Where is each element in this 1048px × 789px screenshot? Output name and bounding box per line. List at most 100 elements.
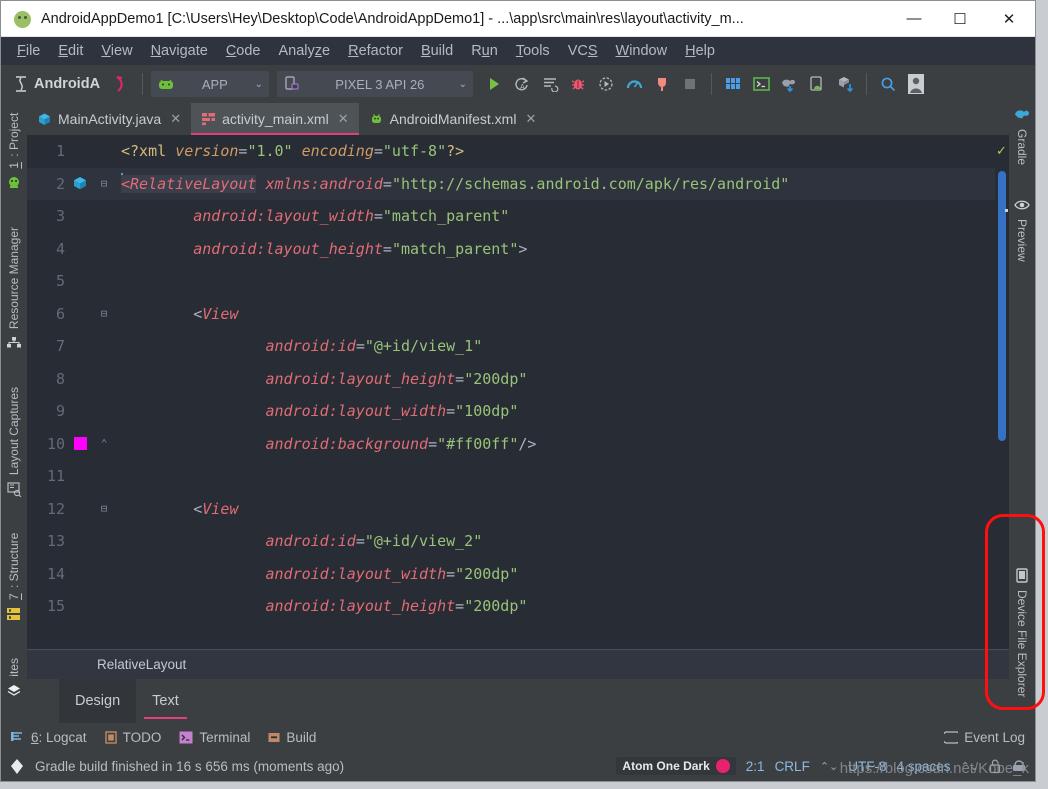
xml-code-editor[interactable]: 1 <?xml version="1.0" encoding="utf-8"?> 2… xyxy=(27,135,995,649)
close-icon[interactable]: ✕ xyxy=(338,111,349,127)
editor-tab-androidmanifestxml[interactable]: AndroidManifest.xml ✕ xyxy=(359,103,547,135)
rail-tab-structure[interactable]: 7: Structure xyxy=(6,527,22,622)
marker-dot xyxy=(1005,209,1008,212)
rail-tab-label: Resource Manager xyxy=(7,226,21,329)
sdk-download-button[interactable] xyxy=(832,71,858,97)
code-line[interactable]: 6 ⊟ <View xyxy=(27,298,995,331)
minimize-button[interactable]: — xyxy=(891,1,937,37)
apply-changes-button[interactable]: A xyxy=(509,71,535,97)
terminal-button[interactable] xyxy=(748,71,774,97)
stop-button[interactable] xyxy=(677,71,703,97)
navigate-arrow-icon[interactable] xyxy=(108,71,134,97)
rail-tab-devicefileexplorer[interactable]: Device File Explorer xyxy=(1014,568,1030,703)
menu-item-code[interactable]: Code xyxy=(218,40,269,62)
debug-button[interactable] xyxy=(565,71,591,97)
module-selector[interactable]: APP ⌄ xyxy=(151,71,270,97)
maximize-button[interactable]: ☐ xyxy=(937,1,983,37)
product-label: AndroidA xyxy=(34,76,101,92)
unlock-icon[interactable] xyxy=(989,759,1001,774)
close-icon[interactable]: ✕ xyxy=(170,111,181,127)
close-button[interactable]: ✕ xyxy=(983,1,1035,37)
menu-item-build[interactable]: Build xyxy=(413,40,461,62)
code-line[interactable]: 10 ⌃ android:background="#ff00ff"/> xyxy=(27,428,995,461)
layout-preview-icon[interactable] xyxy=(69,176,91,191)
fold-toggle[interactable]: ⊟ xyxy=(91,298,117,331)
tool-window-logcat[interactable]: 6: Logcat xyxy=(11,730,87,745)
code-line[interactable]: 12 ⊟ <View xyxy=(27,493,995,526)
line-number: 12 xyxy=(46,499,65,518)
line-number: 13 xyxy=(46,532,65,550)
rail-tab-project[interactable]: 1: Project xyxy=(6,107,22,191)
close-icon[interactable]: ✕ xyxy=(525,111,536,127)
editor-marker-bar[interactable]: ✓ xyxy=(995,135,1009,649)
indent-setting[interactable]: 4 spaces xyxy=(897,759,951,774)
code-line[interactable]: 4 android:layout_height="match_parent"> xyxy=(27,233,995,266)
inspector-icon[interactable] xyxy=(1011,759,1027,774)
user-account-button[interactable] xyxy=(903,71,929,97)
fold-toggle[interactable]: ⌃ xyxy=(91,428,117,461)
gradle-elephant-icon xyxy=(1014,107,1030,123)
editor-area: MainActivity.java ✕ activity_main.xml ✕ Andr… xyxy=(27,103,1009,723)
event-log-button[interactable]: Event Log xyxy=(944,730,1025,745)
tool-window-todo[interactable]: TODO xyxy=(104,730,161,745)
avd-manager-button[interactable] xyxy=(804,71,830,97)
code-text: <View xyxy=(193,304,239,323)
menu-item-file[interactable]: File xyxy=(9,40,48,62)
code-line[interactable]: 13 android:id="@+id/view_2" xyxy=(27,525,995,558)
line-separator-chevrons[interactable]: ⌃⌄ xyxy=(820,760,838,773)
menu-item-tools[interactable]: Tools xyxy=(508,40,558,62)
rail-tab-gradle[interactable]: Gradle xyxy=(1014,107,1030,171)
fold-toggle[interactable]: ⊟ xyxy=(91,168,117,201)
apply-code-changes-button[interactable] xyxy=(537,71,563,97)
breadcrumb[interactable]: RelativeLayout xyxy=(27,649,1009,679)
attach-debugger-button[interactable] xyxy=(649,71,675,97)
line-separator[interactable]: CRLF xyxy=(775,759,810,774)
menu-item-run[interactable]: Run xyxy=(463,40,506,62)
menu-item-window[interactable]: Window xyxy=(608,40,676,62)
menu-item-view[interactable]: View xyxy=(93,40,140,62)
menu-item-navigate[interactable]: Navigate xyxy=(143,40,216,62)
rail-tab-preview[interactable]: Preview xyxy=(1014,197,1030,268)
menu-item-help[interactable]: Help xyxy=(677,40,723,62)
editor-tab-activitymainxml[interactable]: activity_main.xml ✕ xyxy=(191,103,359,135)
code-line[interactable]: 2 ⊟ <RelativeLayout xmlns:android="http://… xyxy=(27,167,995,201)
window-title: AndroidAppDemo1 [C:\Users\Hey\Desktop\Co… xyxy=(41,10,744,27)
menu-item-vcs[interactable]: VCS xyxy=(560,40,606,62)
code-line[interactable]: 7 android:id="@+id/view_1" xyxy=(27,330,995,363)
menu-item-analyze[interactable]: Analyze xyxy=(271,40,339,62)
caret-position[interactable]: 2:1 xyxy=(746,759,765,774)
code-line[interactable]: 5 xyxy=(27,265,995,298)
tab-text[interactable]: Text xyxy=(136,679,195,723)
menu-bar: File Edit View Navigate Code Analyze Refactor B… xyxy=(1,37,1035,65)
run-with-coverage-button[interactable] xyxy=(593,71,619,97)
profiler-button[interactable] xyxy=(621,71,647,97)
tool-window-build[interactable]: Build xyxy=(268,730,316,745)
code-line[interactable]: 9 android:layout_width="100dp" xyxy=(27,395,995,428)
code-line[interactable]: 15 android:layout_height="200dp" xyxy=(27,590,995,623)
run-button[interactable] xyxy=(481,71,507,97)
tool-window-terminal[interactable]: Terminal xyxy=(179,730,250,745)
code-line[interactable]: 14 android:layout_width="200dp" xyxy=(27,558,995,591)
fold-toggle[interactable]: ⊟ xyxy=(91,493,117,526)
theme-indicator[interactable]: Atom One Dark xyxy=(616,757,736,775)
color-swatch-magenta[interactable] xyxy=(69,437,91,451)
gradle-sync-button[interactable] xyxy=(776,71,802,97)
code-line[interactable]: 8 android:layout_height="200dp" xyxy=(27,363,995,396)
sdk-manager-button[interactable] xyxy=(720,71,746,97)
search-everywhere-button[interactable] xyxy=(875,71,901,97)
menu-item-edit[interactable]: Edit xyxy=(50,40,91,62)
rail-tab-ites[interactable]: ites xyxy=(6,652,22,699)
editor-tab-mainactivityjava[interactable]: MainActivity.java ✕ xyxy=(27,103,191,135)
menu-item-refactor[interactable]: Refactor xyxy=(340,40,411,62)
code-line[interactable]: 11 xyxy=(27,460,995,493)
tab-design[interactable]: Design xyxy=(59,679,137,723)
rail-tab-resourcemanager[interactable]: Resource Manager xyxy=(6,221,22,351)
window-controls: — ☐ ✕ xyxy=(891,1,1035,37)
file-encoding[interactable]: UTF-8 xyxy=(848,759,886,774)
indent-chevrons[interactable]: ⌃⌄ xyxy=(961,760,979,773)
code-line[interactable]: 3 android:layout_width="match_parent" xyxy=(27,200,995,233)
device-selector[interactable]: PIXEL 3 API 26 ⌄ xyxy=(277,71,474,97)
rail-tab-layoutcaptures[interactable]: Layout Captures xyxy=(6,381,22,497)
module-label: APP xyxy=(201,76,228,92)
code-line[interactable]: 1 <?xml version="1.0" encoding="utf-8"?> xyxy=(27,135,995,168)
